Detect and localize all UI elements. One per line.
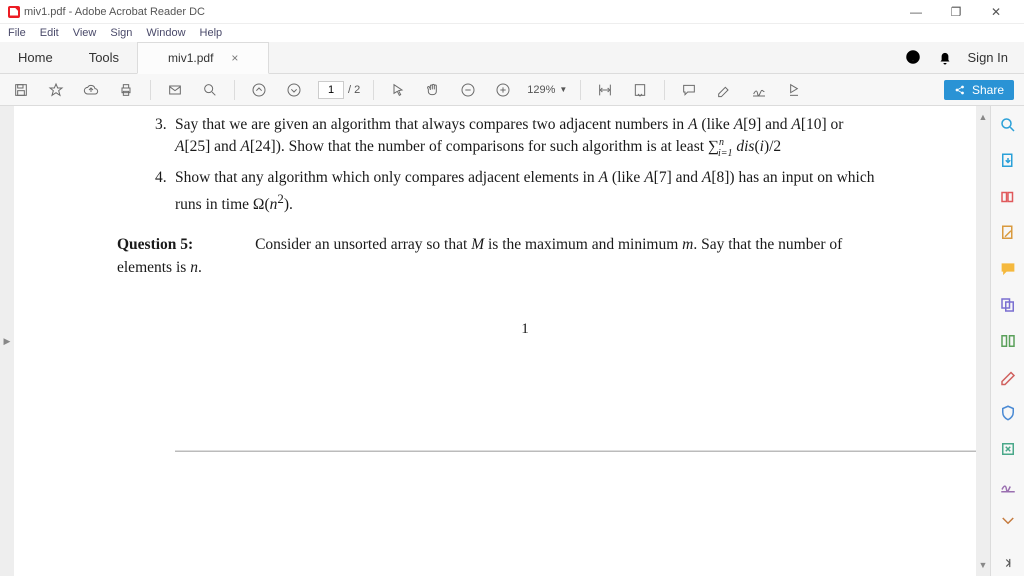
zoom-value: 129%: [527, 84, 555, 96]
share-label: Share: [972, 83, 1004, 97]
menu-edit[interactable]: Edit: [40, 27, 59, 39]
page-number: 1: [175, 319, 875, 341]
page-divider: [175, 451, 976, 452]
star-icon[interactable]: [45, 79, 67, 101]
fit-width-icon[interactable]: [594, 79, 616, 101]
page-down-icon[interactable]: [283, 79, 305, 101]
hand-tool-icon[interactable]: [422, 79, 444, 101]
menu-help[interactable]: Help: [200, 27, 223, 39]
total-pages-label: / 2: [348, 84, 360, 96]
print-icon[interactable]: [115, 79, 137, 101]
search-panel-icon[interactable]: [999, 116, 1017, 134]
export-pdf-icon[interactable]: [999, 152, 1017, 170]
left-panel-toggle[interactable]: ▶: [0, 106, 14, 576]
fit-page-icon[interactable]: [629, 79, 651, 101]
question-5-label: Question 5:: [117, 236, 193, 253]
comment-icon[interactable]: [678, 79, 700, 101]
share-button[interactable]: Share: [944, 80, 1014, 100]
menu-file[interactable]: File: [8, 27, 26, 39]
current-page-input[interactable]: [318, 81, 344, 99]
page-viewport[interactable]: Say that we are given an algorithm that …: [14, 106, 976, 576]
more-tools-icon[interactable]: [783, 79, 805, 101]
comment-panel-icon[interactable]: [999, 260, 1017, 278]
question-5: Question 5: Consider an unsorted array s…: [117, 234, 875, 279]
tab-bar: Home Tools miv1.pdf × Sign In: [0, 42, 1024, 74]
email-icon[interactable]: [164, 79, 186, 101]
zoom-out-icon[interactable]: [457, 79, 479, 101]
combine-files-icon[interactable]: [999, 296, 1017, 314]
share-icon: [954, 84, 966, 96]
tab-close-icon[interactable]: ×: [231, 51, 238, 65]
create-pdf-icon[interactable]: [999, 188, 1017, 206]
tab-home[interactable]: Home: [0, 41, 71, 73]
redact-icon[interactable]: [999, 368, 1017, 386]
maximize-button[interactable]: ❐: [936, 1, 976, 23]
search-icon[interactable]: [199, 79, 221, 101]
organize-pages-icon[interactable]: [999, 332, 1017, 350]
highlight-icon[interactable]: [713, 79, 735, 101]
page-indicator: / 2: [318, 81, 360, 99]
scroll-up-icon[interactable]: ▲: [979, 112, 988, 122]
window-title: miv1.pdf - Adobe Acrobat Reader DC: [24, 6, 205, 18]
zoom-in-icon[interactable]: [492, 79, 514, 101]
window-titlebar: miv1.pdf - Adobe Acrobat Reader DC — ❐ ✕: [0, 0, 1024, 24]
app-logo-icon: [8, 6, 20, 18]
pdf-page: Say that we are given an algorithm that …: [55, 106, 935, 472]
vertical-scrollbar[interactable]: ▲ ▼: [976, 106, 990, 576]
menu-view[interactable]: View: [73, 27, 97, 39]
collapse-panel-icon[interactable]: [999, 554, 1017, 572]
list-item-4: Show that any algorithm which only compa…: [175, 167, 875, 216]
menu-bar: File Edit View Sign Window Help: [0, 24, 1024, 42]
more-tools-panel-icon[interactable]: [999, 512, 1017, 530]
right-tools-panel: [990, 106, 1024, 576]
upload-cloud-icon[interactable]: [80, 79, 102, 101]
sign-in-button[interactable]: Sign In: [968, 50, 1008, 65]
selection-tool-icon[interactable]: [387, 79, 409, 101]
main-toolbar: / 2 129%▼ Share: [0, 74, 1024, 106]
fill-sign-icon[interactable]: [999, 476, 1017, 494]
menu-sign[interactable]: Sign: [110, 27, 132, 39]
minimize-button[interactable]: —: [896, 1, 936, 23]
close-window-button[interactable]: ✕: [976, 1, 1016, 23]
compress-pdf-icon[interactable]: [999, 440, 1017, 458]
tab-tools[interactable]: Tools: [71, 41, 137, 73]
notifications-icon[interactable]: [936, 48, 954, 66]
signature-icon[interactable]: [748, 79, 770, 101]
help-icon[interactable]: [904, 48, 922, 66]
edit-pdf-icon[interactable]: [999, 224, 1017, 242]
zoom-level[interactable]: 129%▼: [527, 84, 567, 96]
list-item-3: Say that we are given an algorithm that …: [175, 114, 875, 161]
scroll-down-icon[interactable]: ▼: [979, 560, 988, 570]
protect-icon[interactable]: [999, 404, 1017, 422]
page-up-icon[interactable]: [248, 79, 270, 101]
document-area: ▶ Say that we are given an algorithm tha…: [0, 106, 1024, 576]
chevron-right-icon: ▶: [4, 336, 11, 347]
menu-window[interactable]: Window: [146, 27, 185, 39]
save-icon[interactable]: [10, 79, 32, 101]
tab-document-label: miv1.pdf: [168, 51, 213, 65]
tab-document[interactable]: miv1.pdf ×: [137, 42, 269, 74]
